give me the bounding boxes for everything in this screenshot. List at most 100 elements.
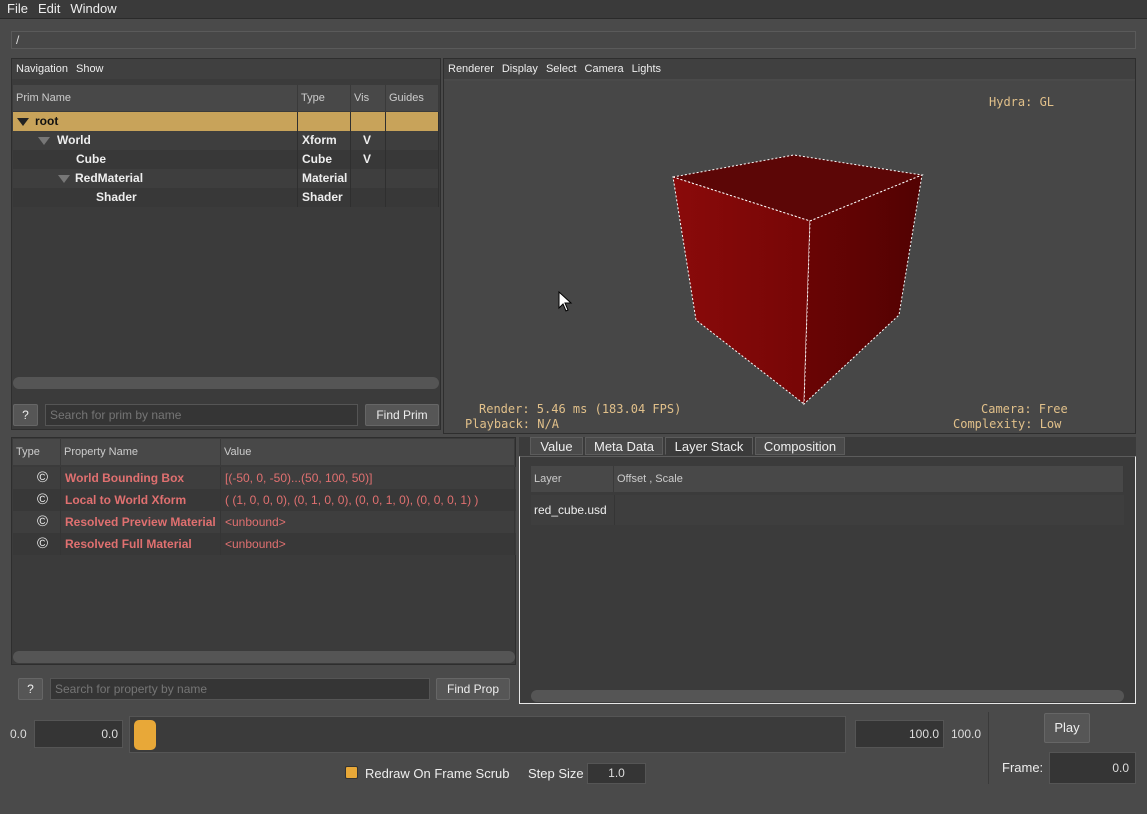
- menu-lights[interactable]: Lights: [628, 63, 665, 75]
- col-prop-type[interactable]: Type: [13, 439, 61, 465]
- prim-vis[interactable]: [351, 112, 386, 131]
- tab-value[interactable]: Value: [530, 437, 583, 455]
- expand-arrow-icon[interactable]: [38, 136, 50, 145]
- tree-row-redmaterial[interactable]: RedMaterial Material: [13, 169, 439, 188]
- menu-renderer[interactable]: Renderer: [444, 63, 498, 75]
- prim-help-button[interactable]: ?: [13, 404, 38, 426]
- redraw-checkbox[interactable]: [345, 766, 358, 779]
- menu-show[interactable]: Show: [72, 63, 108, 75]
- menubar: File Edit Window: [0, 0, 1147, 19]
- cube-render: [558, 154, 924, 406]
- property-name: World Bounding Box: [61, 467, 221, 489]
- playback-hud: Playback: N/A: [465, 417, 559, 431]
- prim-type: Xform: [298, 131, 351, 150]
- render-stats-hud: Render: 5.46 ms (183.04 FPS): [479, 402, 682, 416]
- inspector-panel: Value Meta Data Layer Stack Composition …: [519, 437, 1136, 704]
- col-prim-name[interactable]: Prim Name: [13, 85, 298, 111]
- prim-guides[interactable]: [386, 188, 439, 207]
- end-frame-input[interactable]: 100.0: [855, 720, 944, 748]
- viewport-menubar: Renderer Display Select Camera Lights: [444, 59, 1135, 79]
- viewport-canvas[interactable]: Hydra: GL Render: 5.46 ms (183.04 FPS) P…: [444, 81, 1135, 433]
- tab-meta-data[interactable]: Meta Data: [585, 437, 663, 455]
- property-row[interactable]: © World Bounding Box [(-50, 0, -50)...(5…: [13, 467, 516, 489]
- tree-row-cube[interactable]: Cube Cube V: [13, 150, 439, 169]
- col-layer[interactable]: Layer: [531, 466, 614, 492]
- property-search-input[interactable]: [50, 678, 430, 700]
- menu-navigation[interactable]: Navigation: [12, 63, 72, 75]
- prim-name: World: [57, 133, 91, 147]
- col-offset-scale[interactable]: Offset , Scale: [614, 466, 1124, 492]
- property-name: Resolved Full Material: [61, 533, 221, 555]
- col-type[interactable]: Type: [298, 85, 351, 111]
- menu-camera[interactable]: Camera: [581, 63, 628, 75]
- col-prop-value[interactable]: Value: [221, 439, 515, 465]
- prim-guides[interactable]: [386, 169, 439, 188]
- property-scrollbar[interactable]: [13, 651, 515, 663]
- camera-hud: Camera: Free: [981, 402, 1068, 416]
- viewport-panel: Renderer Display Select Camera Lights Hydra:…: [443, 58, 1136, 434]
- layer-offset: [614, 495, 619, 525]
- property-list: © World Bounding Box [(-50, 0, -50)...(5…: [13, 467, 516, 555]
- property-row[interactable]: © Resolved Preview Material <unbound>: [13, 511, 516, 533]
- prim-guides[interactable]: [386, 150, 439, 169]
- col-prop-name[interactable]: Property Name: [61, 439, 221, 465]
- computed-icon: ©: [13, 467, 61, 489]
- prim-tree-scrollbar[interactable]: [13, 377, 439, 389]
- property-name: Local to World Xform: [61, 489, 221, 511]
- property-panel: Type Property Name Value © World Boundin…: [11, 437, 516, 665]
- prim-browser-panel: Navigation Show Prim Name Type Vis Guides…: [11, 58, 441, 430]
- layer-name: red_cube.usd: [534, 503, 607, 517]
- divider: [988, 712, 989, 784]
- menu-select[interactable]: Select: [542, 63, 581, 75]
- menu-display[interactable]: Display: [498, 63, 542, 75]
- renderer-hud: Hydra: GL: [989, 95, 1055, 109]
- redraw-label: Redraw On Frame Scrub: [365, 766, 510, 781]
- expand-arrow-icon[interactable]: [17, 117, 29, 126]
- step-size-input[interactable]: 1.0: [587, 763, 646, 784]
- frame-slider[interactable]: [129, 716, 846, 753]
- prim-tree-header: Prim Name Type Vis Guides: [13, 85, 439, 111]
- mouse-cursor-icon: [558, 290, 573, 312]
- frame-input[interactable]: 0.0: [1049, 752, 1136, 784]
- start-frame-input[interactable]: 0.0: [34, 720, 123, 748]
- property-value: [(-50, 0, -50)...(50, 100, 50)]: [221, 467, 515, 489]
- prim-tree: root World Xform V Cube Cube V RedMateri…: [13, 112, 439, 207]
- prim-guides[interactable]: [386, 131, 439, 150]
- prim-browser-menubar: Navigation Show: [12, 59, 440, 79]
- layer-stack-scrollbar[interactable]: [531, 690, 1124, 702]
- tree-row-world[interactable]: World Xform V: [13, 131, 439, 150]
- property-header: Type Property Name Value: [13, 439, 515, 465]
- find-prim-button[interactable]: Find Prim: [365, 404, 439, 426]
- prim-vis[interactable]: V: [351, 131, 386, 150]
- path-field[interactable]: /: [11, 31, 1136, 49]
- property-value: <unbound>: [221, 533, 515, 555]
- tab-composition[interactable]: Composition: [755, 437, 845, 455]
- start-frame-label: 0.0: [10, 727, 27, 741]
- find-prop-button[interactable]: Find Prop: [436, 678, 510, 700]
- tree-row-root[interactable]: root: [13, 112, 439, 131]
- play-button[interactable]: Play: [1044, 713, 1090, 743]
- menu-edit[interactable]: Edit: [31, 0, 63, 16]
- complexity-hud: Complexity: Low: [953, 417, 1062, 431]
- tab-layer-stack[interactable]: Layer Stack: [665, 437, 753, 455]
- col-vis[interactable]: Vis: [351, 85, 386, 111]
- expand-arrow-icon[interactable]: [58, 174, 70, 183]
- col-guides[interactable]: Guides: [386, 85, 439, 111]
- layer-row[interactable]: red_cube.usd: [531, 495, 1124, 525]
- prim-type: [298, 112, 351, 131]
- property-row[interactable]: © Local to World Xform ( (1, 0, 0, 0), (…: [13, 489, 516, 511]
- property-row[interactable]: © Resolved Full Material <unbound>: [13, 533, 516, 555]
- tree-row-shader[interactable]: Shader Shader: [13, 188, 439, 207]
- prim-guides[interactable]: [386, 112, 439, 131]
- menu-window[interactable]: Window: [63, 0, 119, 16]
- property-help-button[interactable]: ?: [18, 678, 43, 700]
- prim-vis[interactable]: V: [351, 150, 386, 169]
- menu-file[interactable]: File: [0, 0, 31, 16]
- prim-vis[interactable]: [351, 169, 386, 188]
- prim-name: root: [35, 114, 59, 128]
- prim-name: RedMaterial: [75, 171, 144, 185]
- prim-vis[interactable]: [351, 188, 386, 207]
- prim-search-input[interactable]: [45, 404, 358, 426]
- property-name: Resolved Preview Material: [61, 511, 221, 533]
- frame-slider-handle[interactable]: [134, 720, 156, 750]
